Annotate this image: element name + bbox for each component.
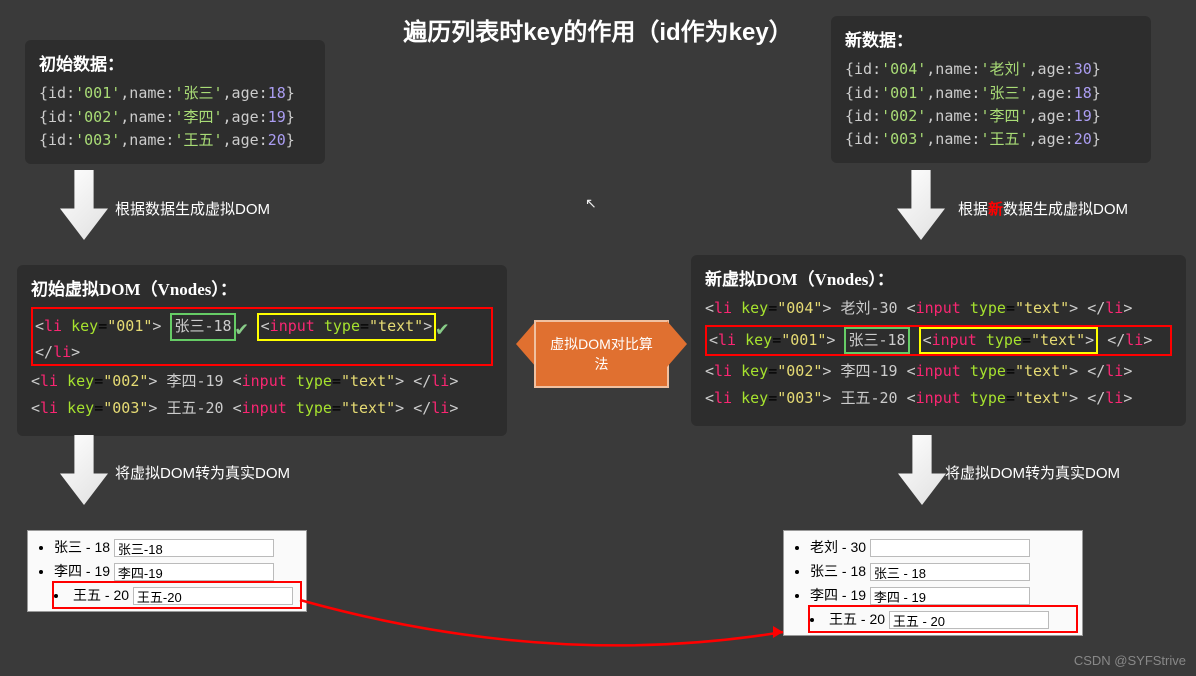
arrow-label-4: 将虚拟DOM转为真实DOM xyxy=(945,462,1120,483)
label-pre: 根据 xyxy=(958,201,988,218)
hex-arrow-right-icon xyxy=(667,321,687,367)
arrow-label-1: 根据数据生成虚拟DOM xyxy=(115,198,270,219)
arrow-label-3: 根据新数据生成虚拟DOM xyxy=(958,198,1128,219)
right-real-dom: 老刘 - 30 张三 - 18 李四 - 19 王五 - 20 xyxy=(783,530,1083,636)
left-real-dom: 张三 - 18 李四 - 19 王五 - 20 xyxy=(27,530,307,612)
list-item: 王五 - 20 xyxy=(794,607,1076,631)
compare-hexagon: 虚拟DOM对比算法 xyxy=(534,320,669,388)
list-item: 老刘 - 30 xyxy=(810,535,1076,559)
list-item: 李四 - 19 xyxy=(54,559,300,583)
text-input[interactable] xyxy=(114,563,274,581)
hex-arrow-left-icon xyxy=(516,321,536,367)
arrow-down-icon xyxy=(897,170,945,240)
arrow-label-2: 将虚拟DOM转为真实DOM xyxy=(115,462,290,483)
text-input[interactable] xyxy=(114,539,274,557)
right-vdom: 新虚拟DOM（Vnodes）： <li key="004"> 老刘-30 <in… xyxy=(691,255,1186,426)
list-item: 张三 - 18 xyxy=(810,559,1076,583)
right-new-data: 新数据： {id:'004',name:'老刘',age:30}{id:'001… xyxy=(831,16,1151,163)
text-input[interactable] xyxy=(870,563,1030,581)
text-input[interactable] xyxy=(870,587,1030,605)
label-post: 数据生成虚拟DOM xyxy=(1003,201,1128,218)
arrow-down-icon xyxy=(60,435,108,505)
left-vdom: 初始虚拟DOM（Vnodes）： <li key="001"> 张三-18✔ <… xyxy=(17,265,507,436)
text-input[interactable] xyxy=(870,539,1030,557)
right-new-title: 新数据： xyxy=(845,28,1137,54)
right-vdom-title: 新虚拟DOM（Vnodes）： xyxy=(705,267,1172,293)
text-input[interactable] xyxy=(133,587,293,605)
left-init-title: 初始数据： xyxy=(39,52,311,78)
text-input[interactable] xyxy=(889,611,1049,629)
list-item: 王五 - 20 xyxy=(38,583,300,607)
list-item: 李四 - 19 xyxy=(810,583,1076,607)
arrow-down-icon xyxy=(60,170,108,240)
watermark: CSDN @SYFStrive xyxy=(1074,653,1186,668)
left-init-data: 初始数据： {id:'001',name:'张三',age:18}{id:'00… xyxy=(25,40,325,164)
list-item: 张三 - 18 xyxy=(54,535,300,559)
mouse-cursor-icon: ↖ xyxy=(585,195,597,212)
left-vdom-title: 初始虚拟DOM（Vnodes）： xyxy=(31,277,493,303)
arrow-down-icon xyxy=(898,435,946,505)
label-mid: 新 xyxy=(988,201,1003,218)
